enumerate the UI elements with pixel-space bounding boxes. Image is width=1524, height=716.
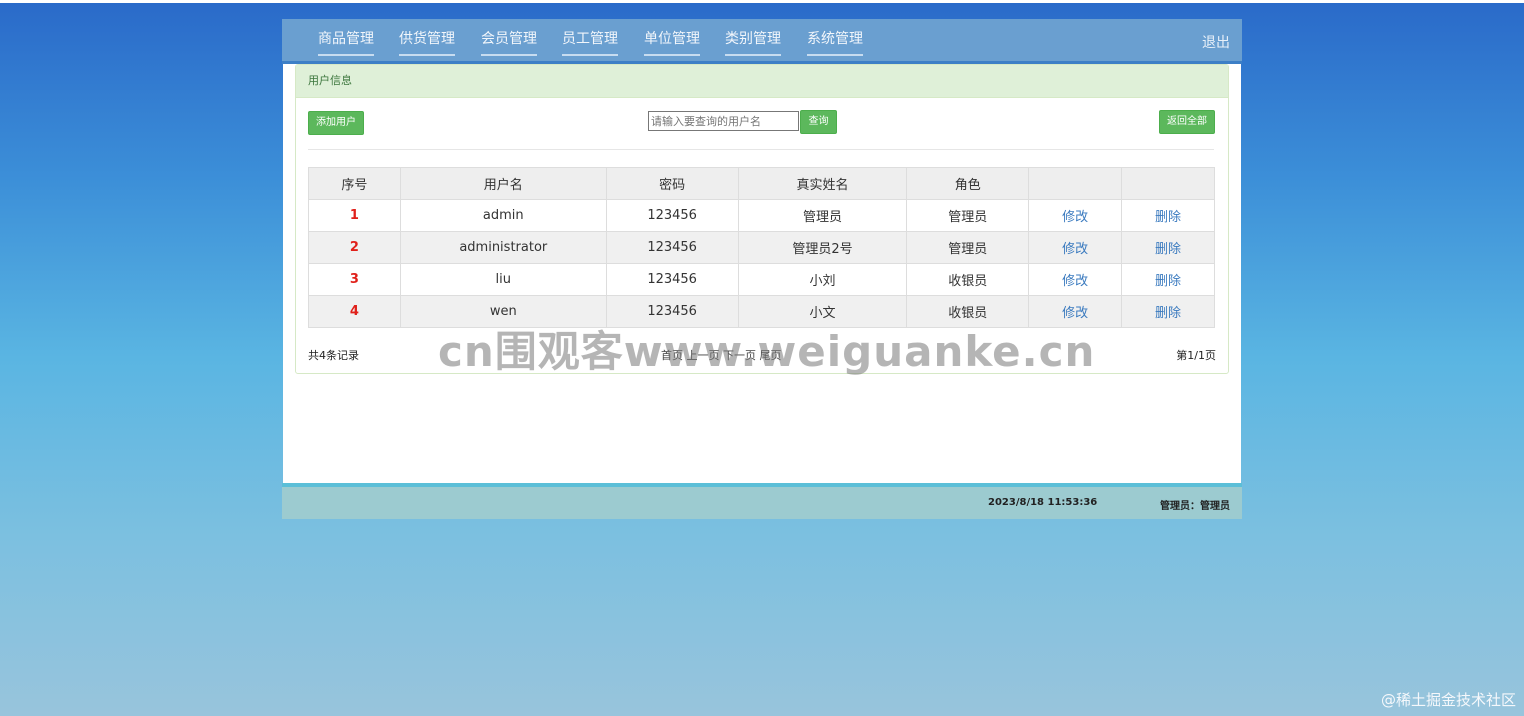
header-realname: 真实姓名	[737, 167, 908, 200]
delete-link[interactable]: 删除	[1121, 199, 1215, 232]
add-user-button[interactable]: 添加用户	[308, 111, 364, 135]
row-index: 1	[308, 199, 401, 232]
search-button[interactable]: 查询	[800, 110, 837, 134]
row-index: 3	[308, 263, 401, 296]
header-password: 密码	[605, 167, 739, 200]
nav-item-units[interactable]: 单位管理	[644, 30, 700, 56]
search-input[interactable]	[648, 111, 799, 131]
panel-title: 用户信息	[296, 65, 1228, 98]
header-edit	[1028, 167, 1123, 200]
delete-link[interactable]: 删除	[1121, 231, 1215, 264]
top-nav: 商品管理 供货管理 会员管理 员工管理 单位管理 类别管理 系统管理 退出	[282, 19, 1242, 64]
row-password: 123456	[605, 199, 739, 232]
row-index: 2	[308, 231, 401, 264]
header-index: 序号	[308, 167, 401, 200]
header-role: 角色	[906, 167, 1030, 200]
table-row: 2 administrator 123456 管理员2号 管理员 修改 删除	[308, 231, 1215, 264]
watermark: cn围观客www.weiguanke.cn	[438, 327, 1096, 376]
main-content: 用户信息 添加用户 查询 返回全部 序号 用户名 密码 真实姓名 角色	[283, 64, 1241, 483]
row-role: 收银员	[906, 263, 1030, 296]
show-all-button[interactable]: 返回全部	[1159, 110, 1215, 134]
row-realname: 管理员2号	[737, 231, 908, 264]
header-delete	[1121, 167, 1215, 200]
row-username: administrator	[399, 231, 607, 264]
user-table: 序号 用户名 密码 真实姓名 角色 1 admin 123456 管理员 管理员…	[308, 167, 1215, 328]
table-row: 1 admin 123456 管理员 管理员 修改 删除	[308, 199, 1215, 232]
delete-link[interactable]: 删除	[1121, 295, 1215, 328]
row-password: 123456	[605, 263, 739, 296]
row-index: 4	[308, 295, 401, 328]
row-username: liu	[399, 263, 607, 296]
row-role: 管理员	[906, 231, 1030, 264]
edit-link[interactable]: 修改	[1028, 263, 1123, 296]
nav-item-members[interactable]: 会员管理	[481, 30, 537, 56]
app-window: 商品管理 供货管理 会员管理 员工管理 单位管理 类别管理 系统管理 退出 用户…	[282, 19, 1242, 519]
row-username: admin	[399, 199, 607, 232]
current-user: 管理员：管理员	[1160, 501, 1230, 512]
current-datetime: 2023/8/18 11:53:36	[988, 497, 1098, 508]
status-bar: 2023/8/18 11:53:36 管理员：管理员	[282, 483, 1242, 519]
header-username: 用户名	[399, 167, 607, 200]
edit-link[interactable]: 修改	[1028, 199, 1123, 232]
nav-item-products[interactable]: 商品管理	[318, 30, 374, 56]
top-border	[0, 0, 1524, 3]
divider	[308, 149, 1214, 150]
nav-item-categories[interactable]: 类别管理	[725, 30, 781, 56]
nav-item-supply[interactable]: 供货管理	[399, 30, 455, 56]
row-realname: 管理员	[737, 199, 908, 232]
logout-link[interactable]: 退出	[1202, 32, 1230, 52]
edit-link[interactable]: 修改	[1028, 231, 1123, 264]
table-header-row: 序号 用户名 密码 真实姓名 角色	[308, 167, 1215, 200]
record-count: 共4条记录	[308, 349, 359, 362]
corner-watermark: @稀土掘金技术社区	[1380, 691, 1516, 709]
row-password: 123456	[605, 231, 739, 264]
nav-item-staff[interactable]: 员工管理	[562, 30, 618, 56]
nav-item-system[interactable]: 系统管理	[807, 30, 863, 56]
row-role: 管理员	[906, 199, 1030, 232]
page-indicator: 第1/1页	[1176, 349, 1216, 362]
delete-link[interactable]: 删除	[1121, 263, 1215, 296]
row-realname: 小刘	[737, 263, 908, 296]
table-row: 3 liu 123456 小刘 收银员 修改 删除	[308, 263, 1215, 296]
